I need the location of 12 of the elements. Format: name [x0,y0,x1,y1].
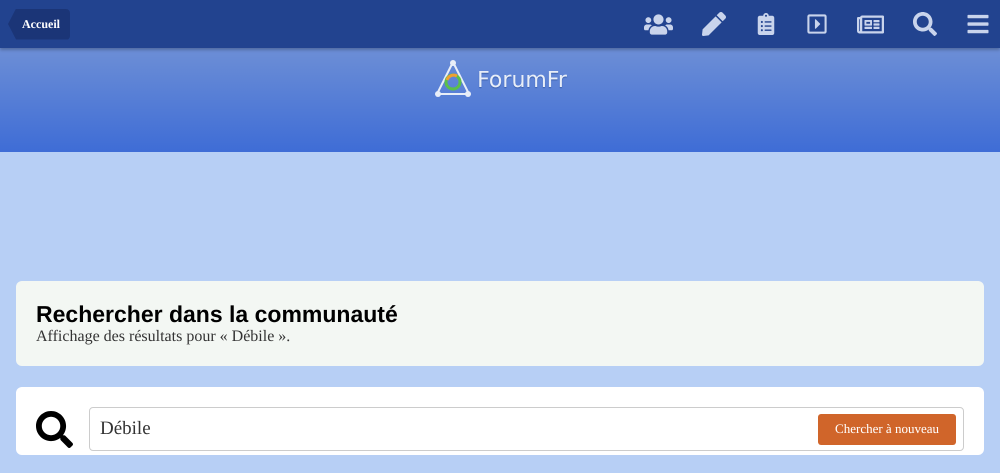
menu-icon[interactable] [966,12,990,36]
search-icon[interactable] [913,12,937,36]
pen-icon[interactable] [702,12,726,36]
search-icon [36,410,73,448]
search-field[interactable]: Débile Chercher à nouveau [89,407,964,451]
logo-text: ForumFr [477,68,567,92]
search-again-button[interactable]: Chercher à nouveau [818,414,956,444]
results-subtitle: Affichage des résultats pour « Débile ». [36,328,292,346]
clipboard-list-icon[interactable] [755,13,777,35]
play-square-icon[interactable] [806,13,828,35]
back-link[interactable]: Accueil [8,8,70,40]
page-title: Rechercher dans la communauté [36,301,399,328]
